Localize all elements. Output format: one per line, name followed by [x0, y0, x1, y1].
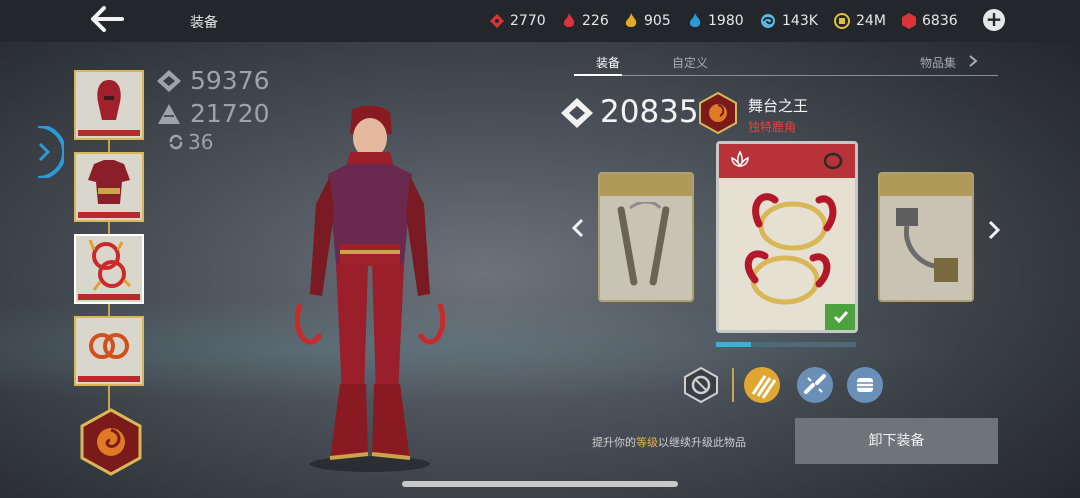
skill-separator	[732, 368, 734, 402]
item-set-badge-icon[interactable]	[698, 92, 738, 134]
nunchaku-icon	[617, 202, 670, 286]
chain-hammer-icon	[896, 208, 958, 282]
slot-armor[interactable]	[74, 152, 144, 222]
character-model[interactable]	[290, 104, 450, 474]
rarity-bar	[78, 130, 140, 136]
ring-blades-icon	[88, 239, 132, 291]
character-level-stat: 36	[168, 130, 213, 154]
item-power-diamond-icon	[561, 98, 593, 128]
page-title: 装备	[190, 15, 218, 31]
back-arrow-icon	[91, 6, 124, 32]
resource-ruby[interactable]: 6836	[902, 11, 958, 31]
character-power-value: 59376	[190, 66, 270, 95]
slot-ranged[interactable]	[74, 316, 144, 386]
blue-swirl-icon	[761, 14, 775, 28]
chevron-right-icon	[969, 55, 978, 67]
fist-skill-button[interactable]	[846, 366, 884, 404]
character-power-stat: 59376	[156, 66, 270, 95]
active-tab-indicator	[574, 74, 622, 76]
resource-value: 6836	[922, 13, 958, 29]
tab-customize[interactable]: 自定义	[672, 54, 708, 71]
ground-mist	[0, 290, 1080, 410]
resource-blue-swirl[interactable]: 143K	[760, 11, 818, 31]
back-arrow-button[interactable]	[88, 6, 126, 36]
plus-icon: +	[985, 7, 1003, 31]
blue-flame-icon	[689, 13, 701, 27]
gold-flame-icon	[625, 13, 637, 27]
item-name: 舞台之王	[748, 97, 809, 115]
resource-value: 226	[582, 13, 609, 29]
chevron-right-icon	[988, 220, 1001, 240]
character-armor-value: 21720	[190, 99, 270, 128]
resource-value: 24M	[856, 13, 886, 29]
tab-divider	[574, 75, 998, 76]
resource-blue-flame[interactable]: 1980	[688, 11, 744, 31]
hint-after: 以继续升级此物品	[658, 436, 746, 449]
gold-coin-icon	[834, 13, 850, 29]
top-bar: 装备 2770 226 905 1980 143K 24M 6836 +	[0, 0, 1080, 42]
item-rarity: 独特鹿角	[748, 120, 797, 134]
item-card-chain-hammer[interactable]	[878, 172, 974, 302]
rarity-bar	[78, 376, 140, 382]
chain-break-skill-button[interactable]	[796, 366, 834, 404]
hint-level-link[interactable]: 等级	[636, 436, 658, 449]
item-power-value: 20835	[600, 94, 699, 130]
fire-rings-icon	[89, 333, 129, 359]
resource-red-flame[interactable]: 226	[562, 11, 609, 31]
checkmark-icon	[833, 311, 849, 324]
ring-blades-icon	[744, 193, 837, 305]
slot-weapon-selected[interactable]	[74, 234, 144, 304]
vortex-emblem-icon	[97, 428, 125, 456]
resource-value: 2770	[510, 13, 546, 29]
rarity-bar	[78, 212, 140, 218]
ring-type-icon	[823, 152, 843, 170]
red-flame-icon	[563, 13, 575, 27]
tab-item-set-label: 物品集	[920, 56, 957, 70]
tab-equipment[interactable]: 装备	[596, 54, 620, 71]
resource-value: 1980	[708, 13, 744, 29]
weapon-type-skill-button[interactable]	[682, 366, 720, 404]
character-armor-stat: 21720	[156, 99, 270, 128]
equipment-tabs: 装备 自定义 物品集	[574, 48, 998, 78]
ruby-icon	[902, 13, 916, 29]
hint-before: 提升你的	[592, 436, 636, 449]
resource-red-gem[interactable]: 2770	[490, 11, 546, 31]
resource-value: 143K	[782, 13, 818, 29]
upgrade-hint: 提升你的等级以继续升级此物品	[592, 434, 746, 450]
carousel-prev-button[interactable]	[570, 216, 586, 246]
helmet-icon	[97, 80, 121, 120]
card-header	[880, 174, 972, 196]
power-diamond-icon	[157, 69, 181, 92]
armor-pyramid-icon	[158, 103, 180, 124]
resource-gold-flame[interactable]: 905	[624, 11, 671, 31]
slot-helmet[interactable]	[74, 70, 144, 140]
add-currency-button[interactable]: +	[983, 9, 1005, 31]
tab-item-set[interactable]: 物品集	[920, 54, 978, 71]
chevron-left-icon	[571, 218, 584, 238]
resource-value: 905	[644, 13, 671, 29]
home-indicator-bar[interactable]	[402, 481, 678, 487]
resource-gold-coin[interactable]: 24M	[834, 11, 886, 31]
carousel-next-button[interactable]	[986, 218, 1002, 248]
character-level-value: 36	[188, 130, 214, 154]
red-gem-icon	[490, 14, 504, 28]
item-progress-fill	[716, 342, 751, 347]
claw-skill-button[interactable]	[743, 366, 781, 404]
card-header	[600, 174, 692, 196]
unequip-button[interactable]: 卸下装备	[795, 418, 998, 464]
equipped-badge	[825, 304, 855, 330]
armor-icon	[88, 160, 130, 204]
item-card-ring-blades-selected[interactable]	[716, 141, 858, 333]
lotus-icon	[731, 150, 749, 168]
side-menu-tab[interactable]	[38, 126, 64, 178]
item-card-nunchaku[interactable]	[598, 172, 694, 302]
refresh-level-icon	[169, 134, 183, 150]
rarity-bar	[78, 294, 140, 300]
set-emblem-button[interactable]	[80, 408, 142, 476]
